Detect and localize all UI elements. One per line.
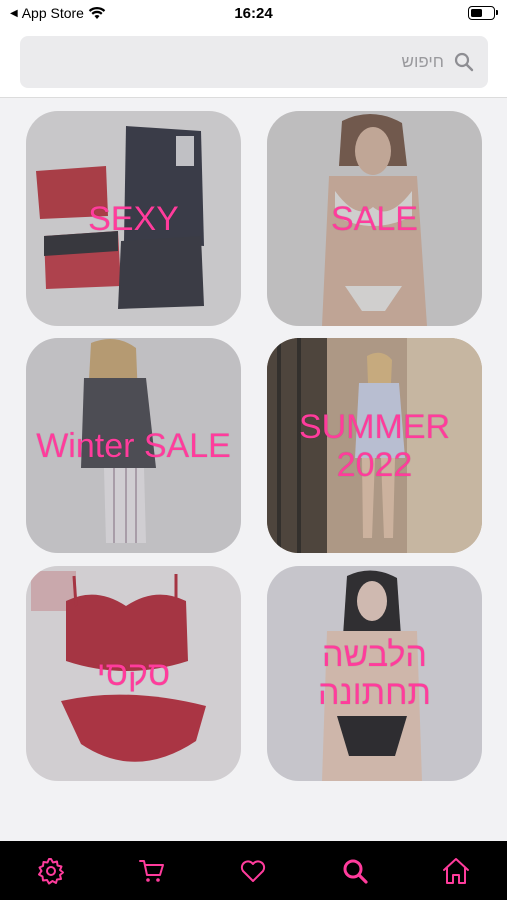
tab-search[interactable] xyxy=(325,841,385,900)
search-icon xyxy=(343,859,368,884)
tab-cart[interactable] xyxy=(122,841,182,900)
category-tile-summer-2022[interactable]: SUMMER 2022 xyxy=(267,338,482,553)
category-tile-sexy[interactable]: SEXY xyxy=(26,111,241,326)
status-bar: ◀ App Store 16:24 xyxy=(0,0,507,28)
clock: 16:24 xyxy=(234,5,273,22)
search-icon xyxy=(454,52,474,72)
gear-icon xyxy=(37,857,64,884)
category-label: סקסי xyxy=(96,654,171,693)
battery-icon xyxy=(468,6,498,20)
category-label: SUMMER 2022 xyxy=(298,407,451,484)
tab-settings[interactable] xyxy=(21,841,81,900)
bottom-tab-bar xyxy=(0,841,507,900)
search-header xyxy=(0,28,507,98)
category-tile-lingerie[interactable]: הלבשה תחתונה xyxy=(267,566,482,781)
home-icon xyxy=(443,857,470,884)
category-tile-sexy-hebrew[interactable]: סקסי xyxy=(26,566,241,781)
cart-icon xyxy=(139,859,165,882)
category-tile-winter-sale[interactable]: Winter SALE xyxy=(26,338,241,553)
search-input[interactable] xyxy=(64,52,444,72)
category-label: Winter SALE xyxy=(36,426,231,465)
search-bar[interactable] xyxy=(20,36,488,88)
category-label: הלבשה תחתונה xyxy=(318,635,431,712)
category-tile-sale[interactable]: SALE xyxy=(267,111,482,326)
heart-icon xyxy=(241,859,266,882)
category-label: SEXY xyxy=(88,199,179,238)
tab-favorites[interactable] xyxy=(223,841,283,900)
category-label: SALE xyxy=(331,199,418,238)
tab-home[interactable] xyxy=(426,841,486,900)
